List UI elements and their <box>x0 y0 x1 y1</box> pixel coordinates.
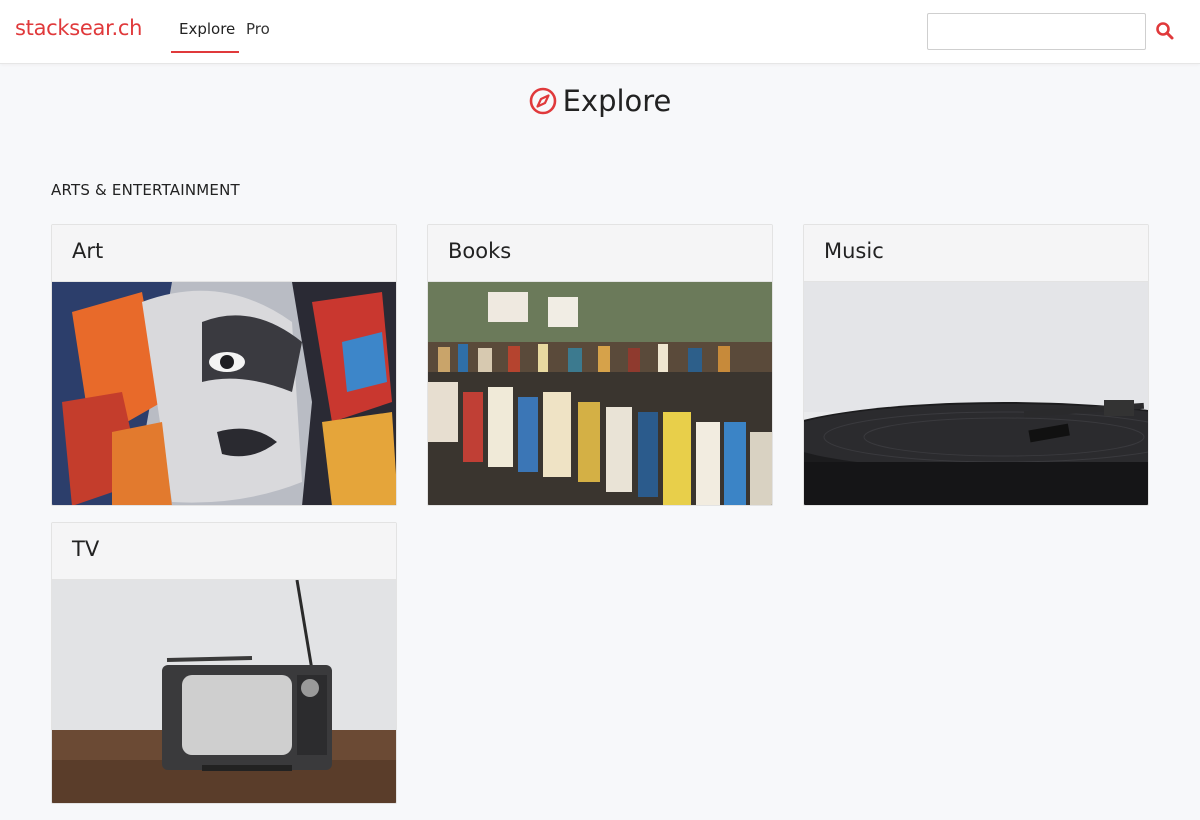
compass-icon <box>529 87 556 115</box>
card-title: Music <box>804 225 1148 282</box>
tv-image <box>52 580 396 803</box>
art-image <box>52 282 396 505</box>
page-header: Explore <box>0 84 1200 119</box>
category-card-art[interactable]: Art <box>51 224 397 506</box>
search-button[interactable] <box>1155 21 1175 41</box>
nav-pro[interactable]: Pro <box>246 20 270 38</box>
page-title: Explore <box>562 84 672 118</box>
section-heading: ARTS & ENTERTAINMENT <box>51 181 240 199</box>
logo-link[interactable]: stacksear.ch <box>15 16 142 40</box>
card-title: Art <box>52 225 396 282</box>
music-image <box>804 282 1148 505</box>
nav-explore[interactable]: Explore <box>179 20 235 38</box>
search-icon <box>1156 22 1174 40</box>
top-navbar: stacksear.ch Explore Pro <box>0 0 1200 64</box>
active-nav-indicator <box>171 51 239 53</box>
card-title: Books <box>428 225 772 282</box>
category-card-tv[interactable]: TV <box>51 522 397 804</box>
search-input[interactable] <box>927 13 1146 50</box>
books-image <box>428 282 772 505</box>
category-card-books[interactable]: Books <box>427 224 773 506</box>
category-card-music[interactable]: Music <box>803 224 1149 506</box>
card-title: TV <box>52 523 396 580</box>
